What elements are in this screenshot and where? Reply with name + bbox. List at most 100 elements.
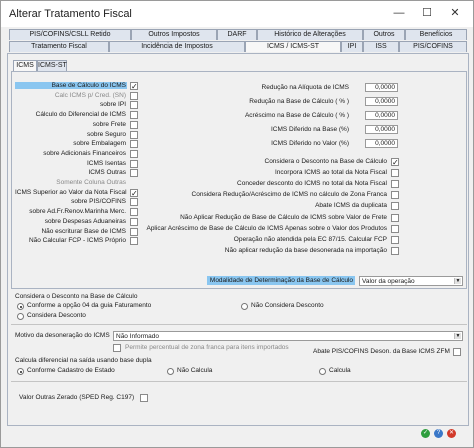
right-option-label: Operação não atendida pela EC 87/15. Cal… — [233, 235, 387, 243]
minimize-button[interactable]: — — [389, 5, 409, 21]
left-option-checkbox[interactable] — [130, 130, 138, 139]
right-option-label: Aplicar Acréscimo de Base de Cálculo de … — [146, 224, 387, 232]
left-option-checkbox[interactable] — [130, 140, 138, 149]
tab-pis-cofins-csll-retido[interactable]: PIS/COFINS/CSLL Retido — [9, 29, 131, 40]
numeric-field-label: Acréscimo na Base de Cálculo ( % ) — [244, 112, 349, 119]
left-option-label: Não escriturar Base de ICMS — [41, 227, 126, 235]
left-option-checkbox[interactable] — [130, 149, 138, 158]
left-option-label: sobre Despesas Aduaneiras — [44, 217, 126, 225]
left-option-label: sobre Seguro — [86, 130, 126, 138]
modalidade-label: Modalidade de Determinação da Base de Cá… — [207, 276, 355, 285]
zona-franca-label: Permite percentual de zona franca para i… — [125, 344, 289, 351]
left-option-checkbox[interactable] — [130, 120, 138, 129]
group-divider — [11, 324, 467, 325]
tab-historico-alteracoes[interactable]: Histórico de Alterações — [257, 29, 363, 40]
radio-conforme-cadastro-estado[interactable] — [17, 368, 24, 375]
left-option-checkbox[interactable]: ✓ — [130, 82, 138, 91]
left-option-label: sobre Frete — [92, 120, 126, 128]
right-option-label: Abate ICMS da duplicata — [315, 202, 387, 210]
radio-conforme-opcao-04[interactable] — [17, 303, 24, 310]
dialog-window: Alterar Tratamento Fiscal — ☐ ✕ PIS/COFI… — [0, 0, 474, 448]
help-icon[interactable]: ? — [434, 429, 443, 438]
chevron-down-icon: ▼ — [454, 278, 461, 284]
tab-iss[interactable]: ISS — [363, 41, 399, 52]
motivo-desoneracao-select[interactable]: Não Informado ▼ — [113, 331, 463, 341]
close-button[interactable]: ✕ — [445, 5, 465, 21]
numeric-field-input[interactable]: 0,0000 — [365, 139, 398, 148]
right-option-checkbox[interactable] — [391, 213, 399, 222]
numeric-field-input[interactable]: 0,0000 — [365, 97, 398, 106]
right-option-label: Considera Redução/Acréscimo de ICMS no c… — [191, 191, 387, 199]
left-option-checkbox[interactable] — [130, 101, 138, 110]
left-option-checkbox[interactable] — [130, 91, 138, 100]
left-option-label: Calc ICMS p/ Cred. (SN) — [54, 91, 126, 99]
desconto-group-title: Considera o Desconto na Base de Cálculo — [15, 293, 138, 300]
radio-nao-considera-desconto-label: Não Considera Desconto — [251, 302, 324, 309]
left-option-label: ICMS Superior ao Valor da Nota Fiscal — [15, 188, 127, 196]
cancel-icon[interactable]: ✕ — [447, 429, 456, 438]
tab-icms-icms-st[interactable]: ICMS / ICMS-ST — [245, 41, 341, 52]
confirm-icon[interactable]: ✓ — [421, 429, 430, 438]
tab-outros-impostos[interactable]: Outros Impostos — [131, 29, 217, 40]
radio-nao-calcula[interactable] — [167, 368, 174, 375]
tab-pis-cofins[interactable]: PIS/COFINS — [399, 41, 467, 52]
diferencial-group-title: Calcula diferencial na saída usando base… — [15, 357, 152, 364]
tab-ipi[interactable]: IPI — [341, 41, 363, 52]
right-option-checkbox[interactable] — [391, 191, 399, 200]
modalidade-value: Valor da operação — [362, 278, 415, 285]
tab-outros[interactable]: Outros — [363, 29, 405, 40]
numeric-field-input[interactable]: 0,0000 — [365, 111, 398, 120]
valor-outras-checkbox[interactable] — [140, 394, 148, 402]
tab-incidencia-impostos[interactable]: Incidência de Impostos — [109, 41, 245, 52]
chevron-down-icon: ▼ — [454, 333, 461, 339]
subtab-icms-st[interactable]: ICMS-ST — [37, 60, 67, 71]
right-option-checkbox[interactable] — [391, 246, 399, 255]
title-bar: Alterar Tratamento Fiscal — ☐ ✕ — [1, 1, 473, 27]
numeric-field-label: Redução na Alíquota de ICMS — [261, 84, 349, 91]
radio-nao-calcula-label: Não Calcula — [177, 367, 213, 374]
radio-calcula[interactable] — [319, 368, 326, 375]
radio-considera-desconto-label: Considera Desconto — [27, 312, 86, 319]
left-option-label: Não Calcular FCP - ICMS Próprio — [28, 237, 126, 245]
right-option-checkbox[interactable] — [391, 169, 399, 178]
right-option-checkbox[interactable] — [391, 202, 399, 211]
left-option-label: ICMS Outras — [88, 169, 126, 177]
tab-tratamento-fiscal[interactable]: Tratamento Fiscal — [9, 41, 109, 52]
left-option-label: sobre PIS/COFINS — [71, 198, 126, 206]
right-option-label: Não Aplicar Redução de Base de Cálculo d… — [180, 213, 387, 221]
left-option-label: sobre IPI — [99, 101, 126, 109]
right-option-checkbox[interactable] — [391, 224, 399, 233]
numeric-field-label: Redução na Base de Cálculo ( % ) — [249, 98, 349, 105]
numeric-field-label: ICMS Diferido no Valor (%) — [271, 140, 349, 147]
left-option-label: sobre Embalagem — [73, 140, 126, 148]
radio-nao-considera-desconto[interactable] — [241, 303, 248, 310]
tab-darf[interactable]: DARF — [217, 29, 257, 40]
zona-franca-checkbox[interactable] — [113, 344, 121, 352]
window-title: Alterar Tratamento Fiscal — [9, 8, 132, 20]
abate-pis-cofins-checkbox[interactable] — [453, 348, 461, 356]
modalidade-select[interactable]: Valor da operação ▼ — [359, 276, 463, 286]
subtab-icms[interactable]: ICMS — [13, 60, 37, 71]
tab-beneficios[interactable]: Benefícios — [405, 29, 467, 40]
left-option-label: sobre Ad.Fr.Renov.Marinha Merc. — [29, 208, 126, 216]
right-option-checkbox[interactable] — [391, 180, 399, 189]
radio-considera-desconto[interactable] — [17, 313, 24, 320]
right-option-label: Incorpora ICMS ao total da Nota Fiscal — [275, 169, 387, 177]
left-option-label: ICMS Isentas — [86, 159, 126, 167]
left-option-checkbox[interactable] — [130, 111, 138, 120]
left-option-label: Somente Coluna Outras — [56, 179, 126, 186]
maximize-button[interactable]: ☐ — [417, 5, 437, 21]
numeric-field-input[interactable]: 0,0000 — [365, 125, 398, 134]
radio-conforme-opcao-04-label: Conforme a opção 04 da guia Faturamento — [27, 302, 152, 309]
radio-conforme-cadastro-estado-label: Conforme Cadastro de Estado — [27, 367, 115, 374]
group-divider — [11, 381, 467, 382]
right-option-checkbox[interactable]: ✓ — [391, 158, 399, 167]
numeric-field-input[interactable]: 0,0000 — [365, 83, 398, 92]
valor-outras-label: Valor Outras Zerado (SPED Reg. C197) — [19, 394, 135, 401]
left-option-label: Cálculo do Diferencial de ICMS — [35, 111, 126, 119]
motivo-desoneracao-value: Não Informado — [116, 333, 159, 340]
right-option-label: Considera o Desconto na Base de Cálculo — [264, 158, 388, 165]
right-option-checkbox[interactable] — [391, 235, 399, 244]
abate-pis-cofins-label: Abate PIS/COFINS Deson. da Base ICMS ZFM — [313, 348, 450, 355]
numeric-field-label: ICMS Diferido na Base (%) — [270, 126, 349, 133]
